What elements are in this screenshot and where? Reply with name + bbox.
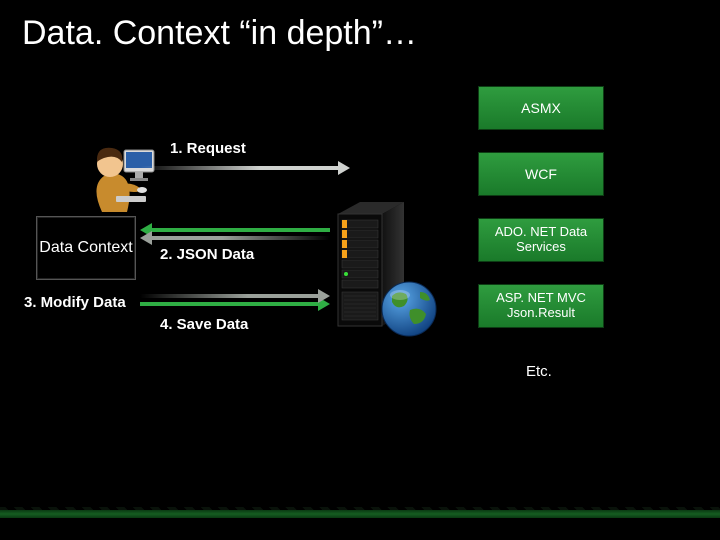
person-icon xyxy=(72,126,162,216)
slide-title: Data. Context “in depth”… xyxy=(22,14,417,53)
service-asmx: ASMX xyxy=(478,86,604,130)
service-ado: ADO. NET Data Services xyxy=(478,218,604,262)
arrow-json xyxy=(140,228,330,232)
step-json-label: 2. JSON Data xyxy=(160,246,254,263)
service-mvc: ASP. NET MVC Json.Result xyxy=(478,284,604,328)
arrow-request xyxy=(140,166,350,170)
globe-icon xyxy=(380,280,438,338)
diagram-stage: Data Context ASMX WCF ADO. NET Data Serv… xyxy=(0,80,720,500)
arrow-save xyxy=(140,302,330,306)
step-modify-label: 3. Modify Data xyxy=(24,294,126,311)
arrow-save-shadow xyxy=(140,294,330,298)
service-etc: Etc. xyxy=(526,363,552,380)
service-wcf: WCF xyxy=(478,152,604,196)
step-save-label: 4. Save Data xyxy=(160,316,248,333)
footer-stripe xyxy=(0,510,720,518)
arrow-json-shadow xyxy=(140,236,330,240)
data-context-box: Data Context xyxy=(36,216,136,280)
step-request-label: 1. Request xyxy=(170,140,246,157)
